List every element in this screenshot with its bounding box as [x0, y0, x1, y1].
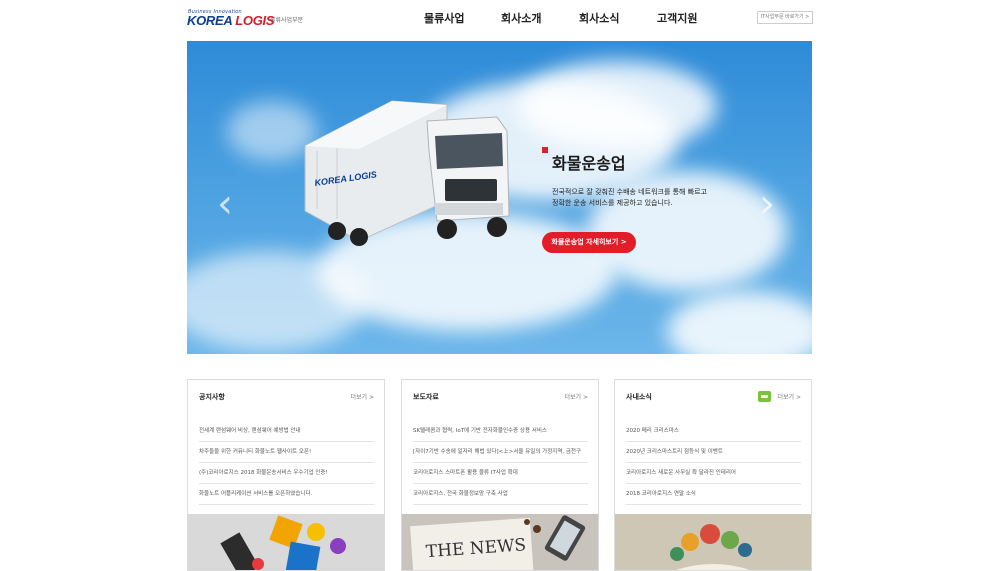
banner-prev-arrow[interactable]: ‹ [217, 181, 233, 227]
company-news-card: 사내소식 더보기 > 2020 메리 크리스마스 2020년 크리스마스트리 점… [614, 379, 812, 571]
list-item[interactable]: (주)코리아로지스 2018 화물운송서비스 우수기업 인증! [199, 463, 374, 484]
tv-icon[interactable] [758, 391, 771, 402]
company-news-list: 2020 메리 크리스마스 2020년 크리스마스트리 점등식 및 이벤트 코리… [626, 421, 801, 505]
slide-title-marker [542, 147, 548, 153]
list-item[interactable]: 전세계 랜섬웨어 비상, 랜섬웨어 예방법 안내 [199, 421, 374, 442]
nav-item-support[interactable]: 고객지원 [657, 10, 697, 26]
nav-item-company[interactable]: 회사소개 [501, 10, 541, 26]
list-item[interactable]: [자이7기반 수송에 일자리 해법 있다]<上>서울 유일의 가정지역, 금천구 [413, 442, 588, 463]
card-title: 보도자료 [413, 393, 439, 401]
list-item[interactable]: SK텔레콤과 협력, IoT에 기반 전자화물인수증 상용 서비스 [413, 421, 588, 442]
list-item[interactable]: 2020년 크리스마스트리 점등식 및 이벤트 [626, 442, 801, 463]
cloud-shape [517, 61, 717, 151]
newspaper-illustration: THE NEWS [402, 514, 598, 570]
nav-item-logistics[interactable]: 물류사업 [424, 10, 464, 26]
list-item[interactable]: 2018 코리아로지스 연말 소식 [626, 484, 801, 505]
press-list: SK텔레콤과 협력, IoT에 기반 전자화물인수증 상용 서비스 [자이7기반… [413, 421, 588, 505]
cloud-shape [667, 291, 812, 354]
nav-item-news[interactable]: 회사소식 [579, 10, 619, 26]
list-item[interactable]: 코리아로지스 스마트폰 활용 물류 IT사업 확대 [413, 463, 588, 484]
list-item[interactable]: 코리아로지스, 전국 화물정보망 구축 사업 [413, 484, 588, 505]
list-item[interactable]: 코리아로지스 새로운 사무실 확 달라진 인테리어 [626, 463, 801, 484]
more-link[interactable]: 더보기 > [565, 392, 589, 401]
more-link[interactable]: 더보기 > [778, 392, 802, 401]
list-item[interactable]: 2020 메리 크리스마스 [626, 421, 801, 442]
press-card: 보도자료 더보기 > SK텔레콤과 협력, IoT에 기반 전자화물인수증 상용… [401, 379, 599, 571]
list-item[interactable]: 차주들을 위한 커뮤니티 화물노트 웹사이트 오픈! [199, 442, 374, 463]
card-title: 공지사항 [199, 393, 225, 401]
notice-illustration [188, 514, 384, 570]
slide-title: 화물운송업 [552, 154, 626, 173]
slide-detail-button[interactable]: 화물운송업 자세히보기 > [542, 232, 636, 253]
card-title: 사내소식 [626, 393, 652, 401]
hero-banner: KOREA LOGIS ‹ › 화물운송업 전국적으로 잘 갖춰진 수배송 네트… [187, 41, 812, 354]
cloud-shape [187, 251, 367, 351]
slide-description: 전국적으로 잘 갖춰진 수배송 네트워크를 통해 빠르고 정확한 운송 서비스를… [552, 188, 708, 207]
it-division-link[interactable]: IT사업부문 바로가기 > [757, 11, 813, 24]
notice-card: 공지사항 더보기 > 전세계 랜섬웨어 비상, 랜섬웨어 예방법 안내 차주들을… [187, 379, 385, 571]
book-illustration [615, 514, 811, 570]
truck-illustration: KOREA LOGIS [304, 100, 510, 246]
banner-next-arrow[interactable]: › [759, 181, 775, 227]
company-logo[interactable]: Business Innovation KOREA LOGIS 물류사업부문 [187, 9, 307, 31]
more-link[interactable]: 더보기 > [351, 392, 375, 401]
logo-wordmark: KOREA LOGIS [187, 13, 275, 28]
site-header: Business Innovation KOREA LOGIS 물류사업부문 물… [0, 0, 1000, 40]
notice-list: 전세계 랜섬웨어 비상, 랜섬웨어 예방법 안내 차주들을 위한 커뮤니티 화물… [199, 421, 374, 505]
list-item[interactable]: 화물노트 어플리케이션 서비스를 오픈하였습니다. [199, 484, 374, 505]
logo-division-label: 물류사업부문 [270, 17, 304, 24]
